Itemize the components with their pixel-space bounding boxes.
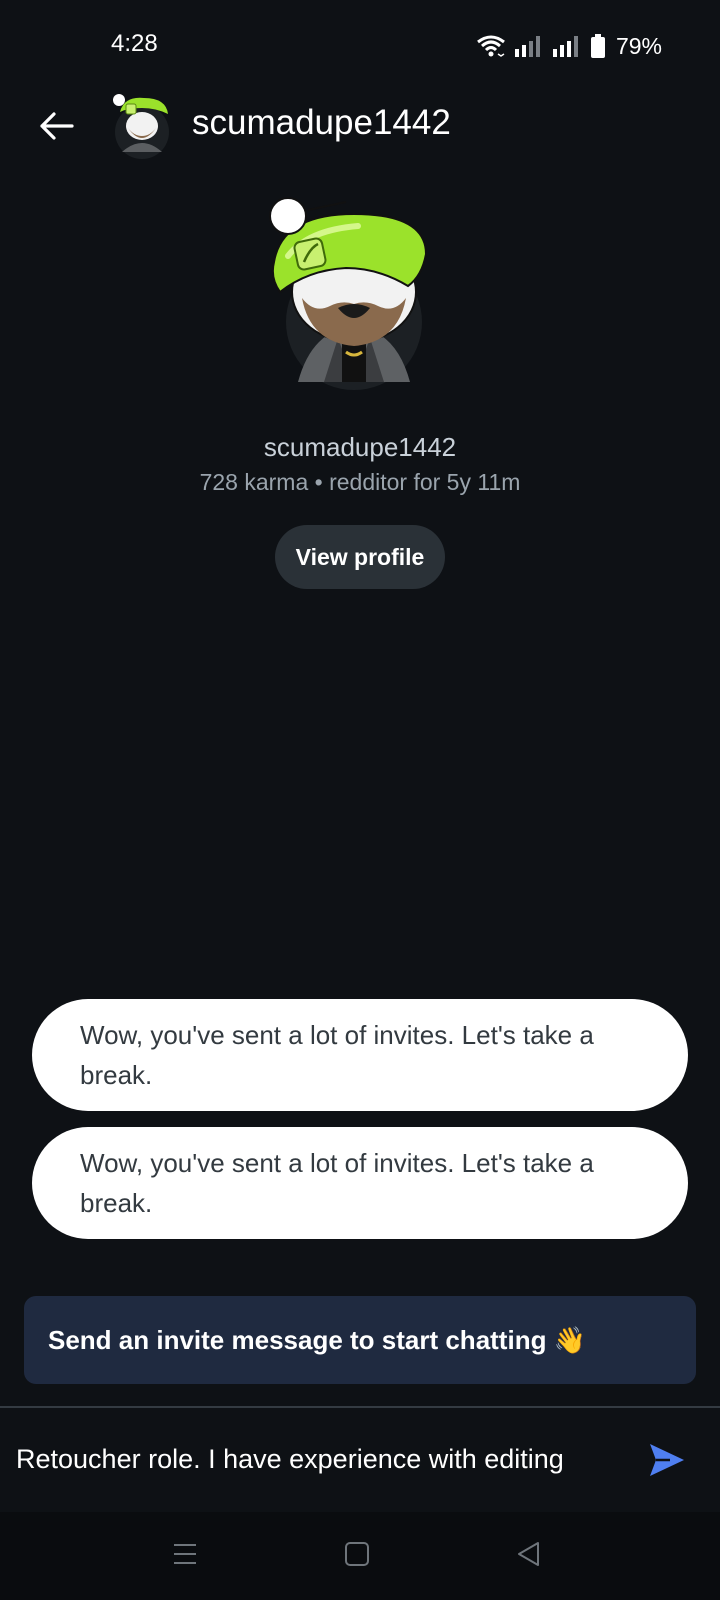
message-bubble: Wow, you've sent a lot of invites. Let's… <box>32 1127 688 1239</box>
system-back-button[interactable] <box>509 1540 549 1572</box>
status-time: 4:28 <box>111 30 158 57</box>
page-title: scumadupe1442 <box>192 103 451 142</box>
arrow-left-icon <box>38 111 74 146</box>
battery-percent: 79% <box>615 32 662 59</box>
wifi-icon <box>476 34 506 58</box>
back-triangle-icon <box>516 1541 542 1572</box>
signal-icon <box>514 35 544 57</box>
profile-username: scumadupe1442 <box>263 432 457 462</box>
message-input[interactable] <box>16 1434 616 1484</box>
avatar[interactable] <box>112 90 174 160</box>
send-icon <box>644 1444 688 1486</box>
menu-icon <box>172 1541 198 1572</box>
message-composer <box>0 1408 720 1512</box>
chat-header: scumadupe1442 <box>0 90 720 164</box>
system-nav-bar <box>0 1512 720 1600</box>
view-profile-button[interactable]: View profile <box>275 525 445 589</box>
back-button[interactable] <box>30 106 82 150</box>
profile-avatar <box>268 196 440 396</box>
home-button[interactable] <box>337 1540 377 1572</box>
profile-meta: 728 karma • redditor for 5y 11m <box>199 469 521 495</box>
battery-icon <box>590 34 606 58</box>
status-bar: 4:28 79% <box>0 0 720 90</box>
message-bubble: Wow, you've sent a lot of invites. Let's… <box>32 999 688 1111</box>
status-icons: 79% <box>476 30 662 62</box>
recents-button[interactable] <box>165 1540 205 1572</box>
invite-banner: Send an invite message to start chatting… <box>24 1296 696 1384</box>
signal-icon <box>552 35 582 57</box>
send-button[interactable] <box>644 1438 688 1482</box>
home-square-icon <box>344 1541 370 1572</box>
